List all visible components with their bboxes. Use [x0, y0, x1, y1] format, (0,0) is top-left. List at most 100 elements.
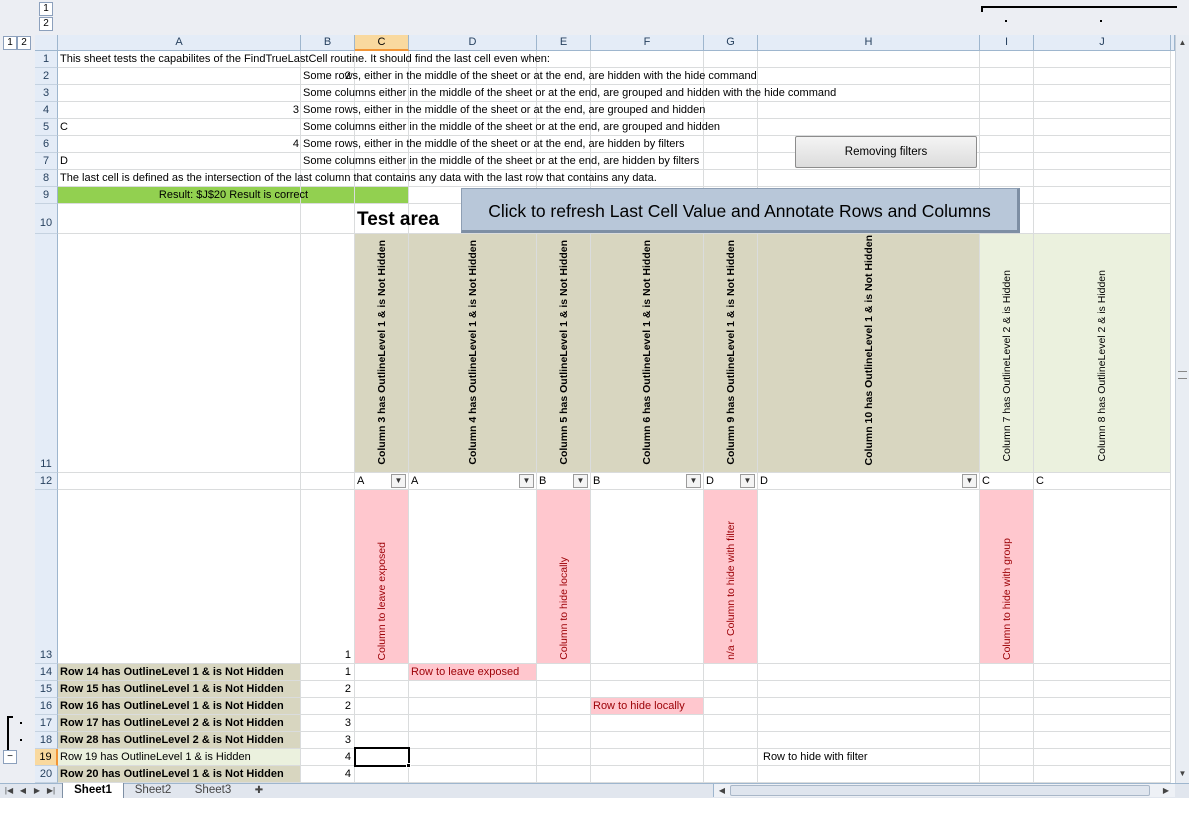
col-header-b[interactable]: B: [301, 35, 355, 51]
cell-c6[interactable]: Some rows, either in the middle of the s…: [303, 136, 685, 153]
hscroll-right-arrow-icon[interactable]: ▶: [1160, 784, 1172, 797]
cell-b19[interactable]: 4: [301, 749, 353, 766]
cell-d11[interactable]: Column 4 has OutlineLevel 1 & is Not Hid…: [409, 234, 537, 473]
filter-dropdown-e[interactable]: ▼: [573, 474, 588, 488]
refresh-last-cell-button[interactable]: Click to refresh Last Cell Value and Ann…: [461, 188, 1020, 233]
cell-c7[interactable]: Some columns either in the middle of the…: [303, 153, 699, 170]
cell-j11[interactable]: Column 8 has OutlineLevel 2 & is Hidden: [1034, 234, 1171, 473]
cell-f11[interactable]: Column 6 has OutlineLevel 1 & is Not Hid…: [591, 234, 704, 473]
cell-c2[interactable]: Some rows, either in the middle of the s…: [303, 68, 757, 85]
cell-c5[interactable]: Some columns either in the middle of the…: [303, 119, 720, 136]
cell-c10-test-area[interactable]: Test area: [357, 206, 439, 234]
cell-a18[interactable]: Row 28 has OutlineLevel 2 & is Not Hidde…: [60, 732, 284, 749]
tab-scroll-next-icon[interactable]: ▶: [32, 783, 42, 798]
row-header-13[interactable]: 13: [35, 490, 58, 664]
cell-i12[interactable]: C: [982, 473, 990, 490]
filter-dropdown-d[interactable]: ▼: [519, 474, 534, 488]
cell-c3[interactable]: Some columns either in the middle of the…: [303, 85, 836, 102]
filter-dropdown-f[interactable]: ▼: [686, 474, 701, 488]
cell-i11[interactable]: Column 7 has OutlineLevel 2 & is Hidden: [980, 234, 1034, 473]
cell-a19[interactable]: Row 19 has OutlineLevel 1 & is Hidden: [60, 749, 251, 766]
cell-f12[interactable]: B: [593, 473, 600, 490]
cell-b13[interactable]: 1: [301, 647, 353, 664]
row-header-14[interactable]: 14: [35, 664, 58, 681]
col-header-h[interactable]: H: [758, 35, 980, 51]
cell-a8[interactable]: The last cell is defined as the intersec…: [60, 170, 657, 187]
row-header-9[interactable]: 9: [35, 187, 58, 204]
col-header-a[interactable]: A: [58, 35, 301, 51]
row-header-16[interactable]: 16: [35, 698, 58, 715]
row-header-20[interactable]: 20: [35, 766, 58, 783]
cell-b17[interactable]: 3: [301, 715, 353, 732]
cell-b18[interactable]: 3: [301, 732, 353, 749]
cell-b15[interactable]: 2: [301, 681, 353, 698]
insert-sheet-icon[interactable]: ✚: [248, 783, 270, 798]
hscroll-left-arrow-icon[interactable]: ◀: [716, 784, 728, 797]
filter-dropdown-g[interactable]: ▼: [740, 474, 755, 488]
row-outline-level-2[interactable]: 2: [17, 36, 31, 50]
cell-g13[interactable]: n/a - Column to hide with filter: [704, 490, 758, 664]
row-header-5[interactable]: 5: [35, 119, 58, 136]
cell-j12[interactable]: C: [1036, 473, 1044, 490]
cell-e11[interactable]: Column 5 has OutlineLevel 1 & is Not Hid…: [537, 234, 591, 473]
cell-b20[interactable]: 4: [301, 766, 353, 783]
cell-f16[interactable]: Row to hide locally: [593, 698, 685, 715]
removing-filters-button[interactable]: Removing filters: [795, 136, 977, 168]
cell-g11[interactable]: Column 9 has OutlineLevel 1 & is Not Hid…: [704, 234, 758, 473]
cell-a9-result[interactable]: Result: $J$20 Result is correct: [58, 187, 409, 204]
row-header-3[interactable]: 3: [35, 85, 58, 102]
cell-a1[interactable]: This sheet tests the capabilites of the …: [60, 51, 550, 68]
cell-d14[interactable]: Row to leave exposed: [411, 664, 519, 681]
tab-scroll-last-icon[interactable]: ▶|: [46, 783, 56, 798]
hscroll-thumb[interactable]: [730, 785, 1150, 796]
col-header-f[interactable]: F: [591, 35, 704, 51]
scroll-down-arrow-icon[interactable]: ▼: [1176, 767, 1189, 780]
row-header-18[interactable]: 18: [35, 732, 58, 749]
row-header-6[interactable]: 6: [35, 136, 58, 153]
cell-b4[interactable]: 3: [246, 102, 299, 119]
row-header-17[interactable]: 17: [35, 715, 58, 732]
row-header-15[interactable]: 15: [35, 681, 58, 698]
row-header-19[interactable]: 19: [35, 749, 58, 766]
cell-b16[interactable]: 2: [301, 698, 353, 715]
row-header-8[interactable]: 8: [35, 170, 58, 187]
row-header-11[interactable]: 11: [35, 234, 58, 473]
col-outline-level-1[interactable]: 1: [39, 2, 53, 16]
cell-d12[interactable]: A: [411, 473, 418, 490]
row-header-2[interactable]: 2: [35, 68, 58, 85]
cell-h12[interactable]: D: [760, 473, 768, 490]
cell-h19[interactable]: Row to hide with filter: [763, 749, 868, 766]
cell-a17[interactable]: Row 17 has OutlineLevel 2 & is Not Hidde…: [60, 715, 284, 732]
row-header-12[interactable]: 12: [35, 473, 58, 490]
filter-dropdown-h[interactable]: ▼: [962, 474, 977, 488]
select-all-corner[interactable]: [35, 35, 58, 51]
col-header-i[interactable]: I: [980, 35, 1034, 51]
fill-handle[interactable]: [406, 763, 411, 768]
row-header-1[interactable]: 1: [35, 51, 58, 68]
row-header-7[interactable]: 7: [35, 153, 58, 170]
filter-dropdown-c[interactable]: ▼: [391, 474, 406, 488]
sheet-tab-sheet2[interactable]: Sheet2: [124, 783, 182, 798]
cell-c11[interactable]: Column 3 has OutlineLevel 1 & is Not Hid…: [355, 234, 409, 473]
cell-h11[interactable]: Column 10 has OutlineLevel 1 & is Not Hi…: [758, 234, 980, 473]
cell-i13[interactable]: Column to hide with group: [980, 490, 1034, 664]
sheet-tab-sheet1[interactable]: Sheet1: [62, 783, 124, 798]
row-header-4[interactable]: 4: [35, 102, 58, 119]
cell-a5[interactable]: C: [60, 119, 68, 136]
cell-a14[interactable]: Row 14 has OutlineLevel 1 & is Not Hidde…: [60, 664, 284, 681]
col-header-j[interactable]: J: [1034, 35, 1171, 51]
col-outline-level-2[interactable]: 2: [39, 17, 53, 31]
sheet-tab-sheet3[interactable]: Sheet3: [184, 783, 242, 798]
cell-c12[interactable]: A: [357, 473, 364, 490]
cell-g12[interactable]: D: [706, 473, 714, 490]
scroll-up-arrow-icon[interactable]: ▲: [1176, 36, 1189, 49]
cell-a20[interactable]: Row 20 has OutlineLevel 1 & is Not Hidde…: [60, 766, 284, 783]
cell-b6[interactable]: 4: [246, 136, 299, 153]
cell-a7[interactable]: D: [60, 153, 68, 170]
row-outline-level-1[interactable]: 1: [3, 36, 17, 50]
tab-scroll-prev-icon[interactable]: ◀: [18, 783, 28, 798]
cell-a16[interactable]: Row 16 has OutlineLevel 1 & is Not Hidde…: [60, 698, 284, 715]
col-header-e[interactable]: E: [537, 35, 591, 51]
cell-e13[interactable]: Column to hide locally: [537, 490, 591, 664]
row-group-collapse-button[interactable]: −: [3, 750, 17, 764]
